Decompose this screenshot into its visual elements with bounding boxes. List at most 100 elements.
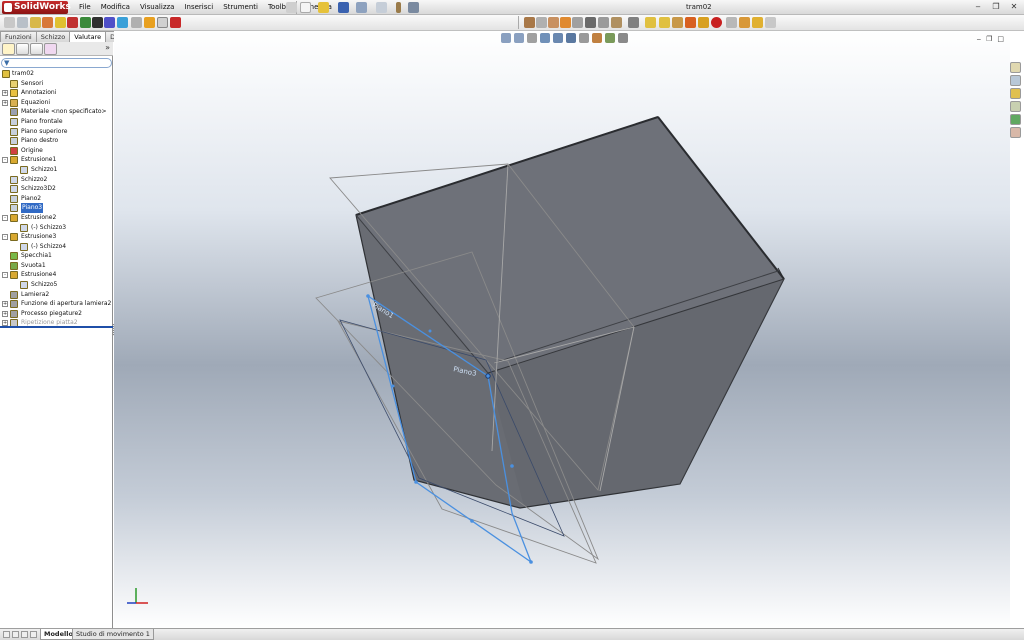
search-icon[interactable] (1010, 101, 1021, 112)
configuration-manager-tab-icon[interactable] (30, 43, 43, 55)
expand-icon[interactable]: + (2, 99, 8, 106)
mirror-icon[interactable] (598, 17, 609, 28)
tab-schizzo[interactable]: Schizzo (35, 31, 71, 42)
sketch-point[interactable] (428, 329, 432, 333)
help-icon[interactable] (739, 17, 750, 28)
instant3d-icon[interactable] (628, 17, 639, 28)
rebuild-icon[interactable] (396, 2, 401, 13)
options-icon[interactable] (408, 2, 419, 13)
appearances-icon[interactable] (1010, 114, 1021, 125)
tree-filter-input[interactable]: ▼ (1, 58, 112, 68)
feature-manager-tab-icon[interactable] (2, 43, 15, 55)
tab-valutare[interactable]: Valutare (69, 31, 107, 42)
curvature-icon[interactable] (80, 17, 91, 28)
tree-item-piano-destro[interactable]: Piano destro (0, 136, 113, 146)
collapse-icon[interactable]: - (2, 214, 8, 221)
zebra-stripes-icon[interactable] (92, 17, 103, 28)
check-icon[interactable] (67, 17, 78, 28)
close-icon[interactable]: ✕ (1008, 1, 1020, 13)
expand-icon[interactable]: + (2, 301, 8, 308)
sketch-point[interactable] (510, 464, 514, 468)
tree-item-schizzo2[interactable]: Schizzo2 (0, 175, 113, 185)
component-icon[interactable] (536, 17, 547, 28)
sensor-icon[interactable] (42, 17, 53, 28)
undercut-icon[interactable] (131, 17, 142, 28)
open-folder-icon[interactable] (318, 2, 329, 13)
tree-item-schizzo3d2[interactable]: Schizzo3D2 (0, 184, 113, 194)
more-tools-icon[interactable] (765, 17, 776, 28)
first-tab-icon[interactable] (3, 631, 10, 638)
tree-item-annotazioni[interactable]: + Annotazioni (0, 88, 113, 98)
scene-icon[interactable] (698, 17, 709, 28)
tree-item-funzione-di-apertura-lamiera2[interactable]: + Funzione di apertura lamiera2 (0, 299, 113, 309)
tree-item-materiale-non-specificato[interactable]: Materiale <non specificato> (0, 107, 113, 117)
hole-wizard-icon[interactable] (560, 17, 571, 28)
menu-inserisci[interactable]: Inserisci (179, 0, 218, 15)
property-manager-tab-icon[interactable] (16, 43, 29, 55)
tree-item-piano-superiore[interactable]: Piano superiore (0, 127, 113, 137)
tree-item-schizzo5[interactable]: Schizzo5 (0, 280, 113, 290)
sketch-point[interactable] (529, 560, 533, 564)
relations-icon[interactable] (672, 17, 683, 28)
bottom-tab-studio-di-movimento-1[interactable]: Studio di movimento 1 (72, 629, 154, 640)
pin-icon[interactable] (286, 2, 297, 13)
undo-icon[interactable] (376, 2, 387, 13)
compare-documents-icon[interactable] (170, 17, 181, 28)
last-tab-icon[interactable] (30, 631, 37, 638)
tree-item-schizzo4[interactable]: (-) Schizzo4 (0, 242, 113, 252)
expand-icon[interactable]: + (2, 310, 8, 317)
file-explorer-icon[interactable] (1010, 88, 1021, 99)
tree-item-specchia1[interactable]: Specchia1 (0, 251, 113, 261)
tree-item-origine[interactable]: Origine (0, 146, 113, 156)
collapse-icon[interactable]: - (2, 272, 8, 279)
menu-visualizza[interactable]: Visualizza (135, 0, 179, 15)
pattern-icon[interactable] (611, 17, 622, 28)
minimize-icon[interactable]: ‒ (972, 1, 984, 13)
menu-modifica[interactable]: Modifica (96, 0, 135, 15)
menu-file[interactable]: File (74, 0, 96, 15)
print-icon[interactable] (356, 2, 367, 13)
feature-icon[interactable] (548, 17, 559, 28)
tree-item-estrusione1[interactable]: - Estrusione1 (0, 155, 113, 165)
tree-item-estrusione2[interactable]: - Estrusione2 (0, 213, 113, 223)
tree-item-piano3[interactable]: Piano3 (0, 203, 113, 213)
appearance-icon[interactable] (685, 17, 696, 28)
tree-item-processo-piegature2[interactable]: + Processo piegature2 (0, 309, 113, 319)
symmetry-check-icon[interactable] (157, 17, 168, 28)
new-document-icon[interactable] (300, 2, 311, 13)
sketch-point[interactable] (366, 294, 370, 298)
expand-icon[interactable]: + (2, 90, 8, 97)
restore-icon[interactable]: ❐ (990, 1, 1002, 13)
tree-item-schizzo3[interactable]: (-) Schizzo3 (0, 223, 113, 233)
tree-item-svuota1[interactable]: Svuota1 (0, 261, 113, 271)
sketch-point[interactable] (391, 384, 395, 388)
sketch-point[interactable] (485, 373, 491, 379)
mass-properties-icon[interactable] (17, 17, 28, 28)
tree-root[interactable]: tram02 (0, 69, 113, 79)
collapse-icon[interactable]: - (2, 157, 8, 164)
tree-item-schizzo1[interactable]: Schizzo1 (0, 165, 113, 175)
custom-properties-icon[interactable] (1010, 127, 1021, 138)
collapse-icon[interactable]: - (2, 234, 8, 241)
parting-line-icon[interactable] (144, 17, 155, 28)
dimxpert-manager-tab-icon[interactable] (44, 43, 57, 55)
statistics-icon[interactable] (55, 17, 66, 28)
sketch-point[interactable] (414, 480, 418, 484)
smart-dimension-icon[interactable] (659, 17, 670, 28)
design-library-icon[interactable] (1010, 75, 1021, 86)
measure-icon[interactable] (4, 17, 15, 28)
rollback-bar[interactable] (0, 326, 113, 328)
tree-item-estrusione4[interactable]: - Estrusione4 (0, 270, 113, 280)
reference-geometry-icon[interactable] (585, 17, 596, 28)
tree-item-lamiera2[interactable]: Lamiera2 (0, 290, 113, 300)
thickness-analysis-icon[interactable] (117, 17, 128, 28)
expand-panel-icon[interactable]: » (105, 43, 110, 52)
resources-icon[interactable] (1010, 62, 1021, 73)
tree-item-equazioni[interactable]: + Equazioni (0, 98, 113, 108)
tree-item-piano-frontale[interactable]: Piano frontale (0, 117, 113, 127)
assembly-icon[interactable] (524, 17, 535, 28)
tree-item-sensori[interactable]: Sensori (0, 79, 113, 89)
draft-analysis-icon[interactable] (104, 17, 115, 28)
tree-item-estrusione3[interactable]: - Estrusione3 (0, 232, 113, 242)
fillet-icon[interactable] (572, 17, 583, 28)
